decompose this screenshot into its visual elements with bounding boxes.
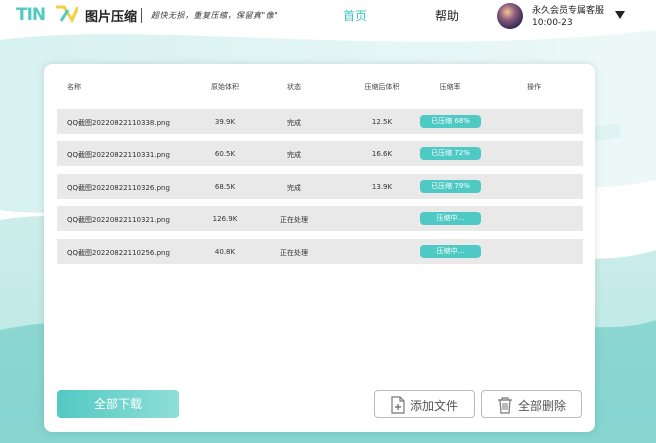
- top-header: TIN 图片压缩 超快无损，重复压缩，保留真"像" 首页 帮助 永久会员专属客服…: [0, 0, 656, 34]
- table-row[interactable]: QQ截图20220822110321.png 126.9K 正在处理 压缩中..…: [57, 206, 583, 231]
- slogan: 超快无损，重复压缩，保留真"像": [151, 11, 279, 20]
- add-file-label: 添加文件: [410, 399, 459, 413]
- user-avatar[interactable]: [497, 3, 523, 29]
- file-list-panel: 名称 原始体积 状态 压缩后体积 压缩率 操作 QQ截图202208221103…: [44, 64, 595, 432]
- file-name: QQ截图20220822110338.png: [67, 119, 170, 127]
- compressed-size: 12.5K: [371, 118, 393, 126]
- original-size: 40.8K: [214, 248, 236, 256]
- title-divider: [141, 8, 142, 23]
- table-row[interactable]: QQ截图20220822110256.png 40.8K 正在处理 压缩中...: [57, 239, 583, 264]
- header-ratio: 压缩率: [439, 83, 461, 91]
- chevron-down-icon[interactable]: [614, 9, 626, 21]
- table-row[interactable]: QQ截图20220822110331.png 60.5K 完成 16.6K 已压…: [57, 141, 583, 166]
- svg-text:TIN: TIN: [16, 5, 45, 24]
- tinypng-logo: TIN: [16, 5, 78, 24]
- status-text: 完成: [287, 151, 301, 159]
- trash-icon: [498, 397, 512, 414]
- table-row[interactable]: QQ截图20220822110338.png 39.9K 完成 12.5K 已压…: [57, 109, 583, 134]
- progress-badge: 压缩中...: [420, 245, 481, 258]
- status-text: 完成: [287, 184, 301, 192]
- ratio-badge: 已压缩 72%: [420, 147, 481, 160]
- compressed-size: 16.6K: [371, 150, 393, 158]
- ratio-badge: 已压缩 79%: [420, 180, 481, 193]
- header-status: 状态: [287, 83, 301, 91]
- file-name: QQ截图20220822110321.png: [67, 216, 170, 224]
- nav-home[interactable]: 首页: [343, 7, 367, 24]
- file-name: QQ截图20220822110331.png: [67, 151, 170, 159]
- ratio-badge: 已压缩 68%: [420, 115, 481, 128]
- original-size: 68.5K: [214, 183, 236, 191]
- status-text: 正在处理: [280, 216, 308, 224]
- header-actions: 操作: [527, 83, 541, 91]
- compressed-size: 13.9K: [371, 183, 393, 191]
- app-title: 图片压缩: [85, 10, 138, 25]
- table-row[interactable]: QQ截图20220822110326.png 68.5K 完成 13.9K 已压…: [57, 174, 583, 199]
- progress-badge: 压缩中...: [420, 212, 481, 225]
- delete-all-label: 全部删除: [518, 399, 567, 413]
- file-name: QQ截图20220822110326.png: [67, 184, 170, 192]
- original-size: 126.9K: [212, 215, 238, 223]
- status-text: 完成: [287, 119, 301, 127]
- vip-service-time: 10:00-23: [532, 18, 573, 28]
- nav-help[interactable]: 帮助: [435, 7, 459, 24]
- original-size: 60.5K: [214, 150, 236, 158]
- header-compressed-size: 压缩后体积: [364, 83, 400, 91]
- header-name: 名称: [67, 83, 81, 91]
- delete-all-button[interactable]: 全部删除: [481, 390, 582, 418]
- download-all-button[interactable]: 全部下载: [57, 390, 179, 418]
- header-original-size: 原始体积: [211, 83, 239, 91]
- add-file-button[interactable]: 添加文件: [374, 390, 475, 418]
- add-file-icon: [391, 396, 405, 414]
- original-size: 39.9K: [214, 118, 236, 126]
- table-header: 名称 原始体积 状态 压缩后体积 压缩率 操作: [57, 82, 583, 96]
- file-name: QQ截图20220822110256.png: [67, 249, 170, 257]
- status-text: 正在处理: [280, 249, 308, 257]
- vip-service-label: 永久会员专属客服: [532, 6, 605, 16]
